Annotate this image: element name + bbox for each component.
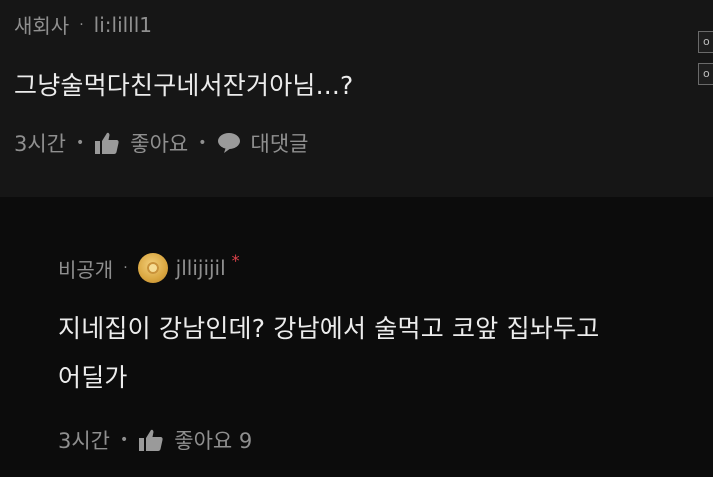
gold-badge-icon	[137, 253, 168, 283]
thumbs-up-icon[interactable]	[138, 428, 164, 452]
reply-button[interactable]: 대댓글	[251, 128, 309, 158]
edge-button-top[interactable]: o	[698, 31, 713, 53]
reply-comment: 비공개 · jllijijil * 지네집이 강남인데? 강남에서 술먹고 코앞…	[0, 197, 713, 477]
star-mark: *	[231, 250, 240, 270]
action-separator: •	[76, 135, 85, 151]
thumbs-up-icon[interactable]	[94, 131, 120, 155]
top-comment-actions: 3시간 • 좋아요 • 대댓글	[14, 128, 308, 158]
edge-button-bottom[interactable]: o	[698, 63, 713, 85]
speech-bubble-icon[interactable]	[217, 132, 241, 154]
action-separator: •	[198, 135, 207, 151]
top-comment: 새회사 · li:lilll1 그냥술먹다친구네서잔거아님...? 3시간 • …	[0, 0, 713, 197]
reply-text-line1: 지네집이 강남인데? 강남에서 술먹고 코앞 집놔두고	[58, 314, 600, 343]
comment-time: 3시간	[14, 132, 67, 156]
top-comment-meta: 새회사 · li:lilll1	[14, 10, 152, 39]
username[interactable]: jllijijil	[176, 256, 226, 280]
like-button[interactable]: 좋아요	[130, 128, 188, 158]
reply-comment-actions: 3시간 • 좋아요 9	[58, 425, 252, 455]
reply-text-line2: 어딜가	[58, 363, 128, 392]
comment-time: 3시간	[58, 429, 111, 453]
action-separator: •	[120, 432, 129, 448]
username[interactable]: li:lilll1	[94, 13, 152, 37]
author-name[interactable]: 비공개	[58, 254, 113, 283]
author-name[interactable]: 새회사	[14, 10, 69, 39]
comment-text: 그냥술먹다친구네서잔거아님...?	[14, 71, 354, 100]
meta-separator: ·	[79, 16, 84, 33]
meta-separator: ·	[123, 260, 128, 276]
reply-comment-meta: 비공개 · jllijijil *	[58, 250, 240, 283]
like-button[interactable]: 좋아요 9	[174, 425, 252, 455]
